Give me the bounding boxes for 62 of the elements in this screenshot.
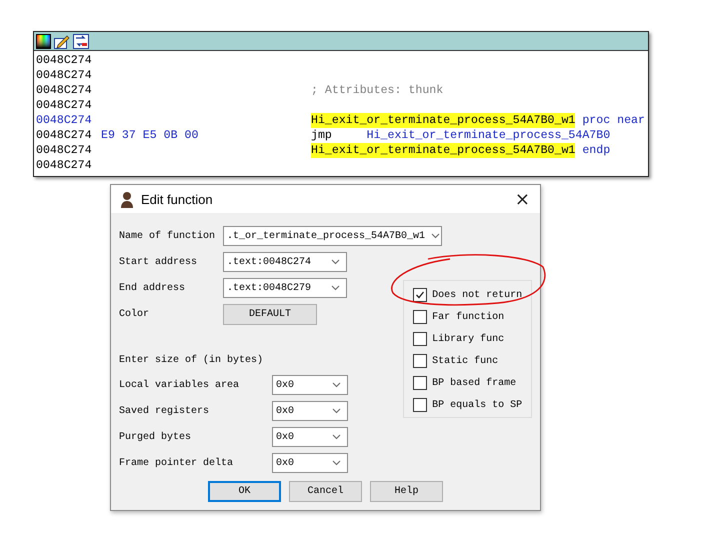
- dialog-button[interactable]: Help: [370, 481, 443, 502]
- address-combobox[interactable]: .text:0048C279: [223, 278, 347, 298]
- color-button[interactable]: DEFAULT: [223, 304, 317, 324]
- checkbox[interactable]: [413, 310, 428, 324]
- instruction-text: proc near: [582, 113, 645, 128]
- graph-icon[interactable]: [73, 34, 89, 48]
- palette-icon[interactable]: [36, 34, 51, 48]
- checkbox[interactable]: [413, 354, 428, 368]
- checkbox-label: Far function: [432, 312, 504, 322]
- edit-icon[interactable]: [54, 34, 70, 48]
- chevron-down-icon: [331, 285, 340, 291]
- function-name-label: Hi_exit_or_terminate_process_54A7B0_w1: [311, 143, 576, 158]
- field-label: End address: [119, 282, 186, 294]
- chevron-down-icon: [332, 408, 341, 414]
- chevron-down-icon: [332, 382, 341, 388]
- address-text: 0048C274: [36, 53, 93, 68]
- checkbox[interactable]: [413, 288, 428, 302]
- dialog-title: Edit function: [141, 192, 214, 206]
- field-label: Saved registers: [119, 406, 210, 416]
- checkbox-label: Library func: [432, 334, 504, 344]
- function-name-combobox[interactable]: .t_or_terminate_process_54A7B0_w1: [223, 226, 442, 246]
- checkbox-label: BP equals to SP: [432, 400, 522, 410]
- comment-text: ; Attributes: thunk: [311, 83, 444, 98]
- field-label: Start address: [119, 256, 198, 268]
- chevron-down-icon: [332, 460, 341, 466]
- instruction-text: endp: [582, 143, 610, 158]
- chevron-down-icon: [431, 233, 440, 239]
- address-combobox[interactable]: .text:0048C274: [223, 252, 347, 272]
- address-text: 0048C274: [36, 83, 93, 98]
- address-text: 0048C274: [36, 128, 93, 143]
- opcode-bytes: E9 37 E5 0B 00: [101, 128, 200, 143]
- field-label: Color: [119, 308, 150, 320]
- size-combobox[interactable]: 0x0: [272, 453, 348, 473]
- field-label: Frame pointer delta: [119, 458, 234, 468]
- field-label: Local variables area: [119, 380, 240, 390]
- chevron-down-icon: [332, 434, 341, 440]
- instruction-text: jmp: [311, 128, 333, 143]
- chevron-down-icon: [331, 259, 340, 265]
- person-silhouette-icon: [119, 190, 135, 208]
- field-label: Purged bytes: [119, 432, 192, 442]
- close-button[interactable]: ×: [514, 188, 530, 210]
- checkbox-label: Static func: [432, 356, 498, 366]
- dialog-button[interactable]: Cancel: [289, 481, 362, 502]
- address-text: 0048C274: [36, 113, 93, 128]
- checkmark-icon: [415, 290, 426, 300]
- checkbox-label: Does not return: [432, 290, 522, 300]
- dialog-button[interactable]: OK: [208, 481, 281, 502]
- checkbox[interactable]: [413, 376, 428, 390]
- operand-text: Hi_exit_or_terminate_process_54A7B0: [366, 128, 610, 143]
- checkbox-label: BP based frame: [432, 378, 516, 388]
- checkbox[interactable]: [413, 332, 428, 346]
- address-text: 0048C274: [36, 143, 93, 158]
- address-text: 0048C274: [36, 98, 93, 113]
- size-combobox[interactable]: 0x0: [272, 401, 348, 421]
- checkbox[interactable]: [413, 398, 428, 412]
- address-text: 0048C274: [36, 158, 93, 173]
- field-label: Name of function: [119, 230, 216, 242]
- address-text: 0048C274: [36, 68, 93, 83]
- size-combobox[interactable]: 0x0: [272, 427, 348, 447]
- section-heading: Enter size of (in bytes): [119, 354, 264, 368]
- function-name-label: Hi_exit_or_terminate_process_54A7B0_w1: [311, 113, 576, 128]
- size-combobox[interactable]: 0x0: [272, 375, 348, 395]
